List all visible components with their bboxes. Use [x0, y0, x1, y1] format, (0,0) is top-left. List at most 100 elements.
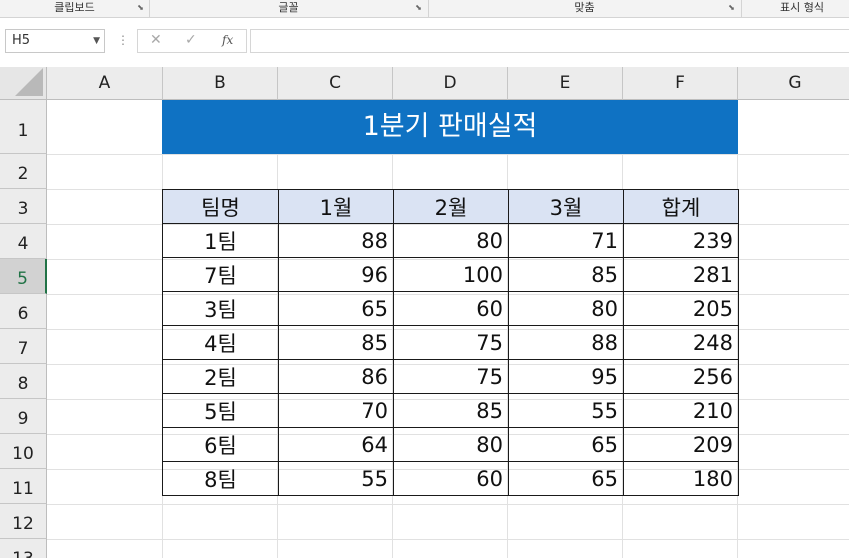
- header-cell-month1[interactable]: 1월: [278, 189, 394, 224]
- cell-month2[interactable]: 75: [393, 359, 509, 394]
- table-row: 3팀 65 60 80 205: [162, 291, 739, 326]
- cell-month1[interactable]: 70: [278, 393, 394, 428]
- row-header-11[interactable]: 11: [0, 469, 47, 504]
- ribbon-group-number: 표시 형식: [780, 1, 824, 14]
- cell-team[interactable]: 4팀: [162, 325, 279, 360]
- select-all-triangle-icon: [15, 68, 43, 96]
- header-cell-team[interactable]: 팀명: [162, 189, 279, 224]
- cell-month3[interactable]: 71: [508, 223, 624, 258]
- cell-month2[interactable]: 60: [393, 291, 509, 326]
- row-header-12[interactable]: 12: [0, 504, 47, 539]
- table-row: 1팀 88 80 71 239: [162, 223, 739, 258]
- row-header-10[interactable]: 10: [0, 434, 47, 469]
- row-header-2[interactable]: 2: [0, 154, 47, 189]
- table-row: 7팀 96 100 85 281: [162, 257, 739, 292]
- worksheet-grid[interactable]: A B C D E F G 1 2 3 4 5 6 7 8 9 10 11 12…: [0, 67, 849, 558]
- dialog-launcher-icon[interactable]: ⬊: [136, 3, 145, 12]
- ribbon-group-alignment: 맞춤: [574, 1, 595, 14]
- cell-month3[interactable]: 88: [508, 325, 624, 360]
- cell-month3[interactable]: 95: [508, 359, 624, 394]
- gridline: [47, 539, 849, 540]
- column-header-e[interactable]: E: [508, 67, 623, 100]
- cell-month3[interactable]: 65: [508, 427, 624, 462]
- column-header-c[interactable]: C: [278, 67, 393, 100]
- row-header-3[interactable]: 3: [0, 189, 47, 224]
- name-box[interactable]: H5 ▼: [5, 29, 105, 53]
- sheet-title-cell[interactable]: 1분기 판매실적: [162, 100, 738, 154]
- table-header-row: 팀명 1월 2월 3월 합계: [162, 189, 739, 224]
- formula-input[interactable]: [250, 29, 849, 53]
- cell-team[interactable]: 1팀: [162, 223, 279, 258]
- dialog-launcher-icon[interactable]: ⬊: [414, 3, 423, 12]
- cell-team[interactable]: 2팀: [162, 359, 279, 394]
- cell-month1[interactable]: 96: [278, 257, 394, 292]
- cell-month2[interactable]: 80: [393, 427, 509, 462]
- cell-month2[interactable]: 60: [393, 461, 509, 496]
- formula-buttons: ✕ ✓ fx: [137, 29, 247, 53]
- cell-month1[interactable]: 64: [278, 427, 394, 462]
- table-row: 5팀 70 85 55 210: [162, 393, 739, 428]
- header-cell-total[interactable]: 합계: [623, 189, 739, 224]
- cell-month1[interactable]: 88: [278, 223, 394, 258]
- cell-total[interactable]: 180: [623, 461, 739, 496]
- cell-month2[interactable]: 80: [393, 223, 509, 258]
- select-all-button[interactable]: [0, 67, 47, 100]
- cell-month1[interactable]: 85: [278, 325, 394, 360]
- cell-month1[interactable]: 86: [278, 359, 394, 394]
- cell-team[interactable]: 7팀: [162, 257, 279, 292]
- cell-month3[interactable]: 55: [508, 393, 624, 428]
- table-row: 8팀 55 60 65 180: [162, 461, 739, 496]
- cell-month1[interactable]: 65: [278, 291, 394, 326]
- row-header-8[interactable]: 8: [0, 364, 47, 399]
- cell-total[interactable]: 239: [623, 223, 739, 258]
- cell-month3[interactable]: 85: [508, 257, 624, 292]
- gridline: [47, 154, 849, 155]
- row-header-6[interactable]: 6: [0, 294, 47, 329]
- table-row: 4팀 85 75 88 248: [162, 325, 739, 360]
- row-header-13[interactable]: 13: [0, 539, 47, 558]
- table-row: 2팀 86 75 95 256: [162, 359, 739, 394]
- cancel-icon[interactable]: ✕: [150, 32, 162, 48]
- cell-month3[interactable]: 65: [508, 461, 624, 496]
- cell-total[interactable]: 210: [623, 393, 739, 428]
- header-cell-month3[interactable]: 3월: [508, 189, 624, 224]
- cell-month2[interactable]: 85: [393, 393, 509, 428]
- cell-team[interactable]: 8팀: [162, 461, 279, 496]
- ribbon-group-clipboard: 클립보드: [54, 1, 95, 14]
- chevron-down-icon[interactable]: ▼: [93, 30, 100, 52]
- gridline: [47, 504, 849, 505]
- table-row: 6팀 64 80 65 209: [162, 427, 739, 462]
- cell-team[interactable]: 3팀: [162, 291, 279, 326]
- row-header-1[interactable]: 1: [0, 100, 47, 154]
- cell-month2[interactable]: 75: [393, 325, 509, 360]
- cell-team[interactable]: 5팀: [162, 393, 279, 428]
- cell-month1[interactable]: 55: [278, 461, 394, 496]
- more-options-icon[interactable]: ⋮: [117, 33, 129, 47]
- cell-team[interactable]: 6팀: [162, 427, 279, 462]
- column-header-g[interactable]: G: [738, 67, 849, 100]
- cell-month3[interactable]: 80: [508, 291, 624, 326]
- row-header-7[interactable]: 7: [0, 329, 47, 364]
- cell-total[interactable]: 205: [623, 291, 739, 326]
- cell-total[interactable]: 256: [623, 359, 739, 394]
- cell-total[interactable]: 248: [623, 325, 739, 360]
- dialog-launcher-icon[interactable]: ⬊: [727, 3, 736, 12]
- column-header-a[interactable]: A: [47, 67, 163, 100]
- row-header-5[interactable]: 5: [0, 259, 47, 294]
- column-header-d[interactable]: D: [393, 67, 508, 100]
- column-header-f[interactable]: F: [623, 67, 738, 100]
- cell-total[interactable]: 281: [623, 257, 739, 292]
- sales-table: 팀명 1월 2월 3월 합계 1팀 88 80 71 239 7팀 96 100…: [162, 189, 739, 496]
- formula-bar: H5 ▼ ⋮ ✕ ✓ fx: [0, 18, 849, 66]
- header-cell-month2[interactable]: 2월: [393, 189, 509, 224]
- check-icon[interactable]: ✓: [185, 32, 197, 48]
- cell-month2[interactable]: 100: [393, 257, 509, 292]
- name-box-value: H5: [12, 33, 31, 48]
- cell-total[interactable]: 209: [623, 427, 739, 462]
- row-header-4[interactable]: 4: [0, 224, 47, 259]
- ribbon-group-font: 글꼴: [278, 1, 299, 14]
- column-header-b[interactable]: B: [163, 67, 278, 100]
- insert-function-icon[interactable]: fx: [222, 33, 233, 47]
- row-header-9[interactable]: 9: [0, 399, 47, 434]
- ribbon-group-labels: 클립보드 ⬊ 글꼴 ⬊ 맞춤 ⬊ 표시 형식: [0, 0, 849, 18]
